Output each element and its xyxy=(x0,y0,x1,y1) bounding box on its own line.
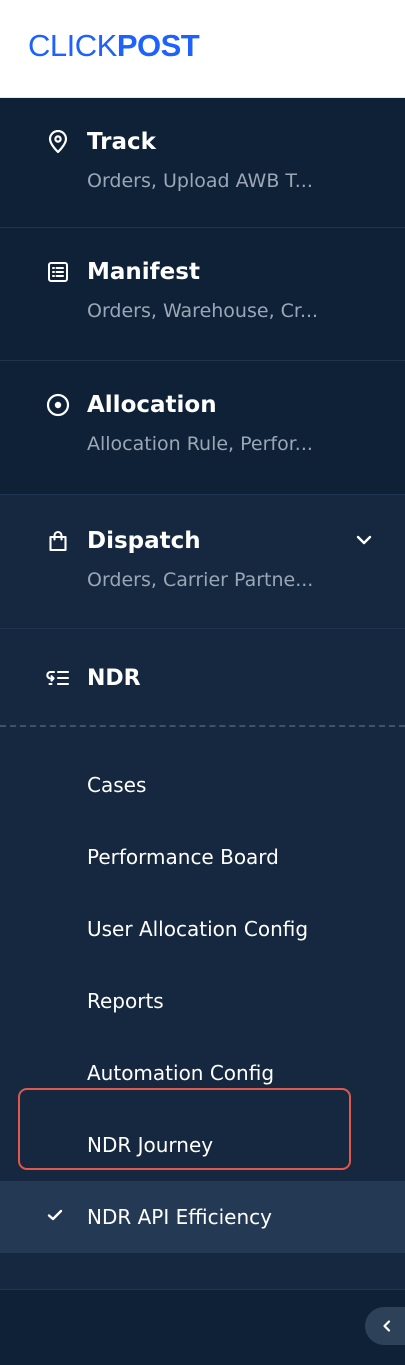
nav-section-track[interactable]: Track Orders, Upload AWB T... xyxy=(0,98,405,228)
nav-section-subtitle: Orders, Upload AWB T... xyxy=(87,170,313,192)
return-list-icon xyxy=(46,666,70,690)
nav-section-header: Track xyxy=(46,124,385,160)
logo-text-light: CLICK xyxy=(28,28,117,63)
nav-section-manifest[interactable]: Manifest Orders, Warehouse, Cr... xyxy=(0,228,405,361)
nav-section-subtitle: Orders, Carrier Partne... xyxy=(87,569,314,591)
nav-section-header: Allocation xyxy=(46,387,385,423)
nav-section-title: Manifest xyxy=(87,258,200,285)
logo-text-bold: POST xyxy=(116,28,200,63)
ndr-item-reports[interactable]: Reports xyxy=(0,965,405,1037)
submenu-label: NDR API Efficiency xyxy=(87,1205,272,1229)
nav-section-title: Allocation xyxy=(87,391,217,418)
nav-section-header: Dispatch xyxy=(46,523,385,559)
nav-section-title: Track xyxy=(87,128,156,155)
submenu-label: Performance Board xyxy=(87,845,279,869)
ndr-item-ndr-api-efficiency[interactable]: NDR API Efficiency xyxy=(0,1181,405,1253)
chevron-left-icon xyxy=(383,1320,391,1332)
list-document-icon xyxy=(46,260,70,284)
location-pin-icon xyxy=(46,130,70,154)
nav-section-subtitle: Allocation Rule, Perfor... xyxy=(87,433,313,455)
nav-section-subtitle: Orders, Warehouse, Cr... xyxy=(87,300,319,322)
ndr-item-performance-board[interactable]: Performance Board xyxy=(0,821,405,893)
collapse-sidebar-button[interactable] xyxy=(365,1307,405,1345)
clickpost-logo[interactable]: CLICKPOST xyxy=(28,28,200,63)
nav-section-allocation[interactable]: Allocation Allocation Rule, Perfor... xyxy=(0,361,405,495)
ndr-item-user-allocation-config[interactable]: User Allocation Config xyxy=(0,893,405,965)
submenu-label: User Allocation Config xyxy=(87,917,309,941)
submenu-label: Automation Config xyxy=(87,1061,275,1085)
app-sidebar: CLICKPOST Track Orders, Upload AWB T... xyxy=(0,0,405,1365)
chevron-down-icon[interactable] xyxy=(355,531,373,549)
nav-section-dispatch[interactable]: Dispatch Orders, Carrier Partne... xyxy=(0,495,405,629)
sidebar-footer xyxy=(0,1289,405,1365)
header: CLICKPOST xyxy=(0,0,405,98)
ndr-item-automation-config[interactable]: Automation Config xyxy=(0,1037,405,1109)
side-nav: Track Orders, Upload AWB T... Manifest O… xyxy=(0,98,405,1365)
ndr-item-ndr-journey[interactable]: NDR Journey xyxy=(0,1109,405,1181)
shopping-bag-icon xyxy=(46,529,70,553)
submenu-label: NDR Journey xyxy=(87,1133,214,1157)
ndr-header[interactable]: NDR xyxy=(0,629,405,727)
ndr-submenu: Cases Performance Board User Allocation … xyxy=(0,727,405,1253)
ndr-title: NDR xyxy=(87,665,141,691)
nav-section-header: Manifest xyxy=(46,254,385,290)
submenu-label: Reports xyxy=(87,989,164,1013)
nav-section-title: Dispatch xyxy=(87,527,201,554)
ndr-item-cases[interactable]: Cases xyxy=(0,749,405,821)
nav-section-ndr: NDR Cases Performance Board User Allocat… xyxy=(0,629,405,1289)
submenu-label: Cases xyxy=(87,773,147,797)
check-icon xyxy=(47,1209,63,1221)
target-icon xyxy=(46,393,70,417)
